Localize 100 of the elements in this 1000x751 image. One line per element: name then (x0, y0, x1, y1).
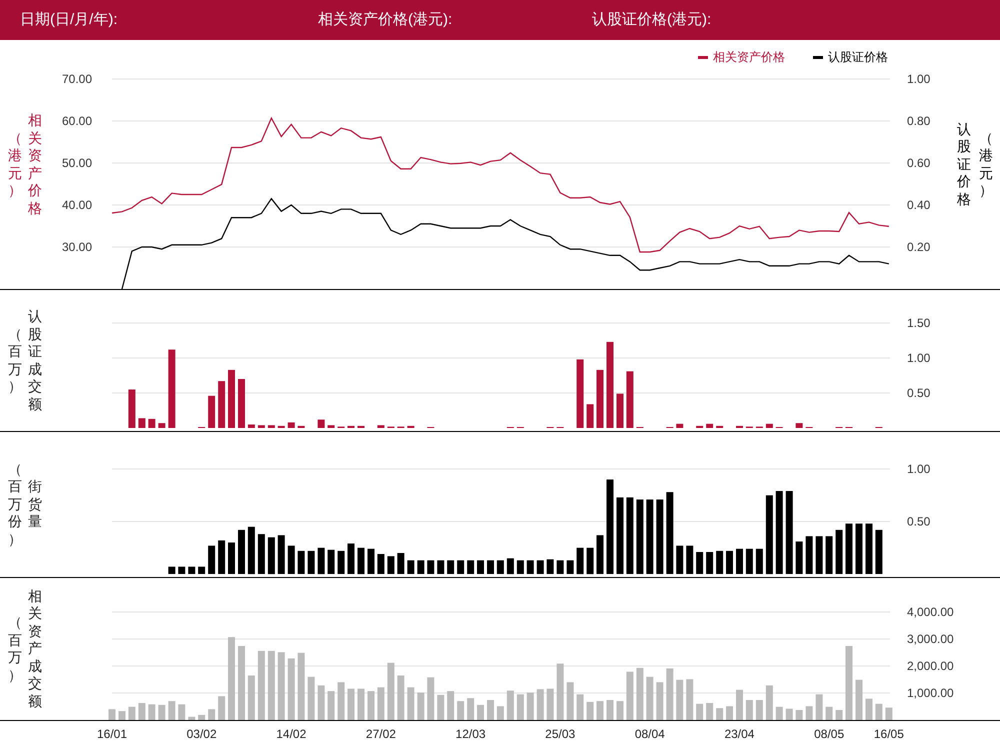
bar (298, 652, 305, 720)
tick-label: 40.00 (62, 198, 92, 212)
bar (656, 682, 664, 720)
bar (288, 422, 295, 428)
bar (526, 560, 534, 574)
bar (646, 676, 654, 720)
bar (716, 426, 724, 428)
bar (796, 542, 803, 574)
tick-label: 1.00 (907, 72, 930, 86)
bar (686, 546, 694, 574)
bar (308, 550, 315, 574)
tick-label: 60.00 (62, 114, 92, 128)
bar (626, 371, 634, 428)
bar (158, 423, 166, 428)
bar (258, 425, 265, 428)
bar (358, 548, 364, 574)
bar (318, 548, 325, 574)
bar (348, 544, 354, 574)
bar (358, 426, 364, 428)
bar (556, 664, 564, 720)
bar (318, 420, 325, 428)
bar (516, 560, 524, 574)
bar (368, 691, 374, 720)
bar (427, 560, 434, 574)
bar (318, 685, 325, 720)
axis-unit: （百万） (8, 614, 22, 684)
bar (328, 691, 335, 720)
bar (387, 662, 394, 720)
bar (477, 560, 484, 574)
bar (258, 650, 265, 720)
bar (766, 685, 773, 720)
bar (108, 709, 116, 720)
bar (268, 425, 275, 428)
bar (716, 708, 724, 720)
bar (875, 530, 882, 574)
bar (268, 650, 275, 720)
bar (407, 560, 414, 574)
tick-label: 16/01 (96, 727, 128, 741)
bar (706, 552, 714, 574)
bar (736, 426, 743, 428)
bar (238, 530, 245, 574)
bar (536, 689, 544, 720)
tick-label: 70.00 (62, 72, 92, 86)
bar (178, 704, 186, 720)
bar (118, 711, 126, 720)
bar (776, 706, 783, 720)
bar (148, 704, 156, 720)
axis-unit: （百万份） (8, 460, 22, 548)
axis-title: 相关资产价格 (28, 112, 42, 217)
bar (616, 701, 624, 720)
tick-label: 0.40 (907, 198, 930, 212)
bar (467, 560, 474, 574)
tick-label: 1.00 (907, 462, 930, 476)
bar (268, 537, 275, 574)
tick-label: 3,000.00 (907, 632, 954, 646)
bar (816, 694, 823, 720)
bar (377, 425, 384, 428)
tick-label: 12/03 (456, 727, 486, 741)
bar (536, 560, 544, 574)
bar (447, 691, 454, 720)
bar (636, 668, 644, 720)
bar (417, 692, 424, 720)
bar (696, 426, 704, 428)
header-label: 相关资产价格(港元): (318, 10, 454, 30)
bar (308, 676, 315, 720)
bar (457, 701, 464, 720)
bar (856, 524, 862, 574)
bar (706, 703, 714, 720)
bar (746, 548, 753, 574)
bar (298, 550, 305, 574)
bar (218, 696, 226, 720)
bar (208, 396, 216, 428)
bar (596, 535, 604, 574)
bar (328, 550, 335, 574)
bar (726, 550, 733, 574)
bar (288, 658, 295, 720)
axis-title: 认股证价格 (957, 120, 971, 208)
bar (666, 668, 674, 720)
bar (487, 560, 494, 574)
bar (407, 426, 414, 428)
bar (248, 526, 255, 574)
tick-label: 16/05 (874, 727, 904, 741)
tick-label: 0.80 (907, 114, 930, 128)
bar (836, 710, 843, 720)
bar (686, 679, 694, 720)
bar (826, 536, 833, 574)
bar (806, 706, 813, 720)
bar (796, 423, 803, 428)
bar (168, 566, 176, 574)
bar (746, 700, 753, 720)
bar (128, 706, 136, 720)
bar (348, 426, 354, 428)
header-label: 日期(日/月/年): (20, 10, 118, 30)
bar (506, 558, 514, 574)
tick-label: 4,000.00 (907, 605, 954, 619)
bar (676, 546, 684, 574)
bar (516, 694, 524, 720)
bar (248, 676, 255, 720)
bar (447, 560, 454, 574)
bar (556, 560, 564, 574)
